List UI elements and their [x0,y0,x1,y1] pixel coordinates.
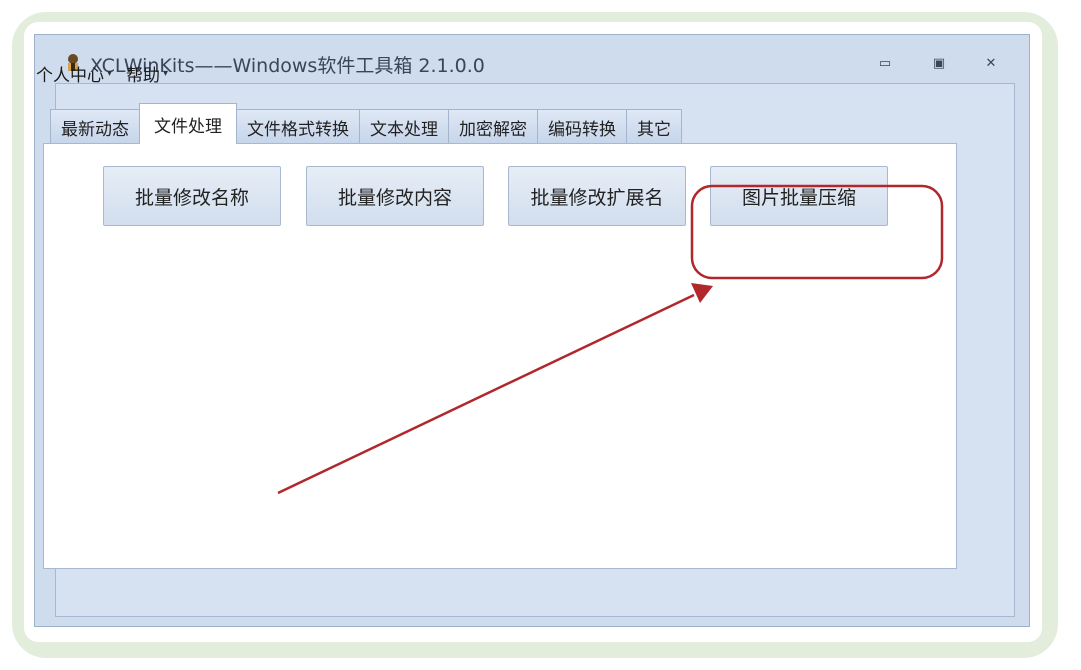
close-icon[interactable]: ✕ [981,55,1001,71]
tab-panel-file-processing: 批量修改名称 批量修改内容 批量修改扩展名 图片批量压缩 [43,143,957,569]
batch-image-compress-button[interactable]: 图片批量压缩 [710,166,888,226]
menu-bar: 个人中心 ▾ 帮助 ▾ [36,60,168,86]
tab-strip: 最新动态 文件处理 文件格式转换 文本处理 加密解密 编码转换 其它 [50,103,682,144]
tab-encrypt-decrypt[interactable]: 加密解密 [448,109,538,144]
chevron-down-icon: ▾ [107,67,113,79]
tab-file-processing[interactable]: 文件处理 [139,103,237,144]
batch-modify-extension-button[interactable]: 批量修改扩展名 [508,166,686,226]
minimize-icon[interactable]: ▭ [875,55,895,71]
tab-other[interactable]: 其它 [626,109,682,144]
menu-help[interactable]: 帮助 ▾ [126,60,168,86]
tab-encoding-conversion[interactable]: 编码转换 [537,109,627,144]
tab-file-format-conversion[interactable]: 文件格式转换 [236,109,360,144]
maximize-icon[interactable]: ▣ [929,55,949,71]
tab-latest-news[interactable]: 最新动态 [50,109,140,144]
tab-text-processing[interactable]: 文本处理 [359,109,449,144]
title-bar[interactable]: XCLWinKits——Windows软件工具箱 2.1.0.0 ▭ ▣ ✕ [35,35,1029,81]
menu-personal-center[interactable]: 个人中心 ▾ [36,60,112,86]
chevron-down-icon: ▾ [163,67,169,79]
batch-modify-content-button[interactable]: 批量修改内容 [306,166,484,226]
batch-rename-button[interactable]: 批量修改名称 [103,166,281,226]
